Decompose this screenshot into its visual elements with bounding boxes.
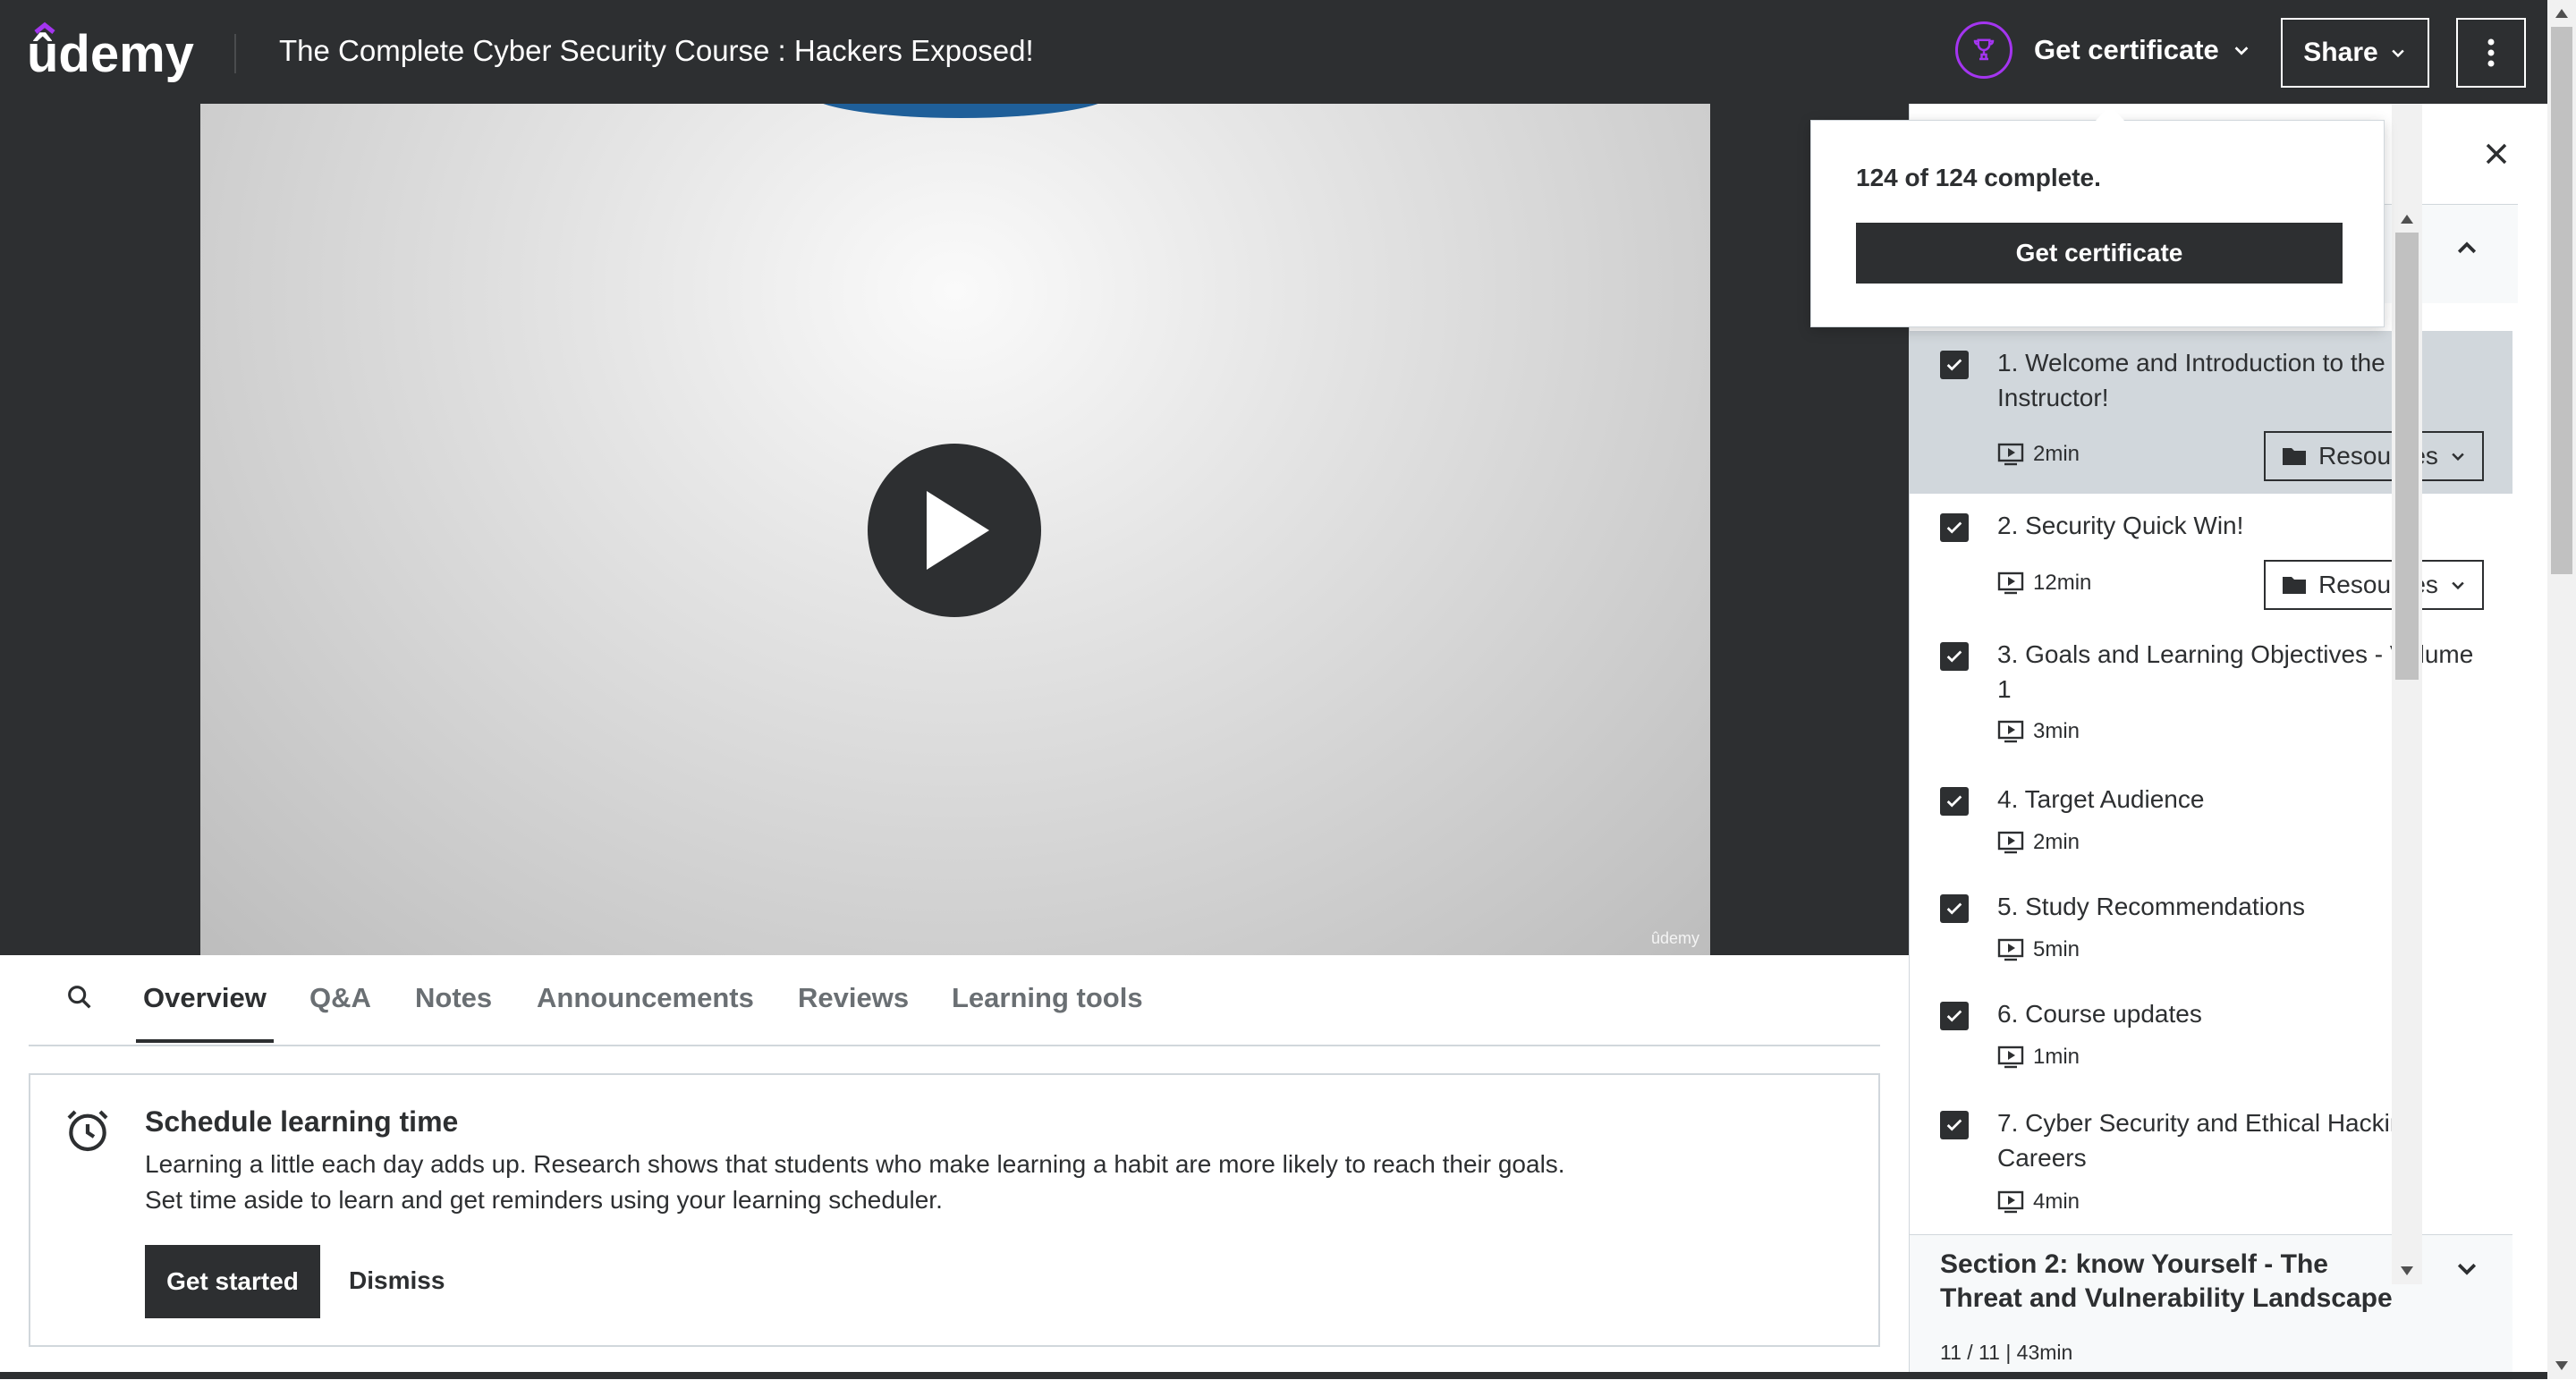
play-icon [927, 491, 989, 570]
scroll-down-arrow[interactable] [2555, 1361, 2568, 1370]
progress-trophy-icon[interactable] [1955, 21, 2012, 79]
window-bottom-strip [0, 1372, 2547, 1379]
schedule-line-2: Set time aside to learn and get reminder… [145, 1186, 943, 1214]
dismiss-button[interactable]: Dismiss [349, 1266, 445, 1295]
lecture-duration: 5min [1997, 937, 2080, 962]
lecture-duration: 2min [1997, 442, 2080, 467]
active-tab-indicator [136, 1039, 274, 1043]
lecture-completed-checkbox[interactable] [1940, 1111, 1969, 1139]
checkmark-icon [1946, 1010, 1962, 1022]
duration-text: 2min [2033, 442, 2080, 466]
checkmark-icon [1946, 359, 1962, 371]
tab-reviews[interactable]: Reviews [798, 982, 909, 1014]
certificate-popover: 124 of 124 complete. Get certificate [1810, 105, 2385, 327]
schedule-line-1: Learning a little each day adds up. Rese… [145, 1150, 1565, 1178]
tab-announcements[interactable]: Announcements [537, 982, 754, 1014]
chevron-down-icon [2391, 49, 2404, 58]
lecture-completed-checkbox[interactable] [1940, 787, 1969, 816]
udemy-logo[interactable]: ûdemy [27, 20, 197, 84]
course-title[interactable]: The Complete Cyber Security Course : Hac… [279, 34, 1034, 68]
lecture-completed-checkbox[interactable] [1940, 513, 1969, 542]
share-button[interactable]: Share [2281, 18, 2429, 88]
get-certificate-button[interactable]: Get certificate [1856, 223, 2343, 284]
section-progress: 11 / 11 | 43min [1940, 1341, 2073, 1364]
checkmark-icon [1946, 650, 1962, 663]
lecture-completed-checkbox[interactable] [1940, 351, 1969, 379]
top-navigation-bar: ûdemy The Complete Cyber Security Course… [0, 0, 2547, 104]
chevron-down-icon [2452, 581, 2464, 590]
resources-dropdown[interactable]: Resources [2264, 560, 2484, 610]
close-sidebar-icon[interactable] [2479, 136, 2514, 172]
section-title: Section 2: know Yourself - The Threat an… [1940, 1249, 2393, 1313]
duration-text: 12min [2033, 571, 2092, 595]
duration-text: 1min [2033, 1045, 2080, 1069]
video-player-area: ûdemy [0, 104, 1909, 955]
progress-text: 124 of 124 complete. [1856, 164, 2101, 191]
duration-text: 5min [2033, 937, 2080, 961]
video-icon [1997, 1190, 2024, 1214]
video-icon [1997, 571, 2024, 595]
popover-caret [2096, 105, 2124, 121]
scroll-up-arrow[interactable] [2401, 215, 2413, 224]
duration-text: 3min [2033, 719, 2080, 743]
resources-dropdown[interactable]: Resources [2264, 431, 2484, 481]
checkmark-icon [1946, 1119, 1962, 1131]
tab-qa[interactable]: Q&A [309, 982, 371, 1014]
schedule-learning-card: Schedule learning time Learning a little… [29, 1073, 1880, 1347]
folder-icon [2283, 448, 2307, 465]
chevron-up-icon [2457, 241, 2477, 254]
get-started-button[interactable]: Get started [145, 1245, 320, 1318]
lecture-duration: 2min [1997, 830, 2080, 855]
sidebar-scrollbar[interactable] [2392, 104, 2422, 1284]
folder-icon [2283, 577, 2307, 594]
lecture-duration: 12min [1997, 571, 2091, 596]
sidebar-scroll-thumb[interactable] [2395, 233, 2419, 680]
header-divider [234, 34, 236, 73]
tab-overview[interactable]: Overview [143, 982, 267, 1014]
video-icon [1997, 1046, 2024, 1069]
checkmark-icon [1946, 795, 1962, 808]
scroll-down-arrow[interactable] [2401, 1266, 2413, 1275]
lecture-duration: 1min [1997, 1045, 2080, 1070]
chevron-down-icon [2234, 47, 2249, 55]
lecture-duration: 3min [1997, 719, 2080, 744]
duration-text: 4min [2033, 1190, 2080, 1214]
scroll-up-arrow[interactable] [2555, 9, 2568, 18]
more-options-button[interactable] [2456, 18, 2526, 88]
checkmark-icon [1946, 902, 1962, 915]
get-certificate-dropdown[interactable]: Get certificate [2034, 34, 2251, 66]
course-tabs: Overview Q&A Notes Announcements Reviews… [29, 955, 1880, 1046]
video-icon [1997, 831, 2024, 854]
schedule-title: Schedule learning time [145, 1105, 459, 1138]
page-scrollbar[interactable] [2547, 0, 2576, 1379]
checkmark-icon [1946, 521, 1962, 534]
video-icon [1997, 938, 2024, 961]
lecture-completed-checkbox[interactable] [1940, 894, 1969, 923]
search-icon[interactable] [64, 982, 95, 1012]
page-scroll-thumb[interactable] [2551, 27, 2572, 574]
lecture-duration: 4min [1997, 1190, 2080, 1215]
tab-notes[interactable]: Notes [415, 982, 492, 1014]
get-certificate-label: Get certificate [2034, 34, 2219, 65]
video-icon [1997, 720, 2024, 743]
lecture-completed-checkbox[interactable] [1940, 1002, 1969, 1030]
chevron-down-icon [2457, 1263, 2477, 1275]
video-frame[interactable]: ûdemy [200, 104, 1710, 955]
video-thumbnail-graphic [809, 104, 1113, 118]
share-label: Share [2303, 38, 2378, 67]
alarm-clock-icon [67, 1110, 108, 1152]
tab-learning-tools[interactable]: Learning tools [952, 982, 1143, 1014]
video-icon [1997, 443, 2024, 466]
schedule-description: Learning a little each day adds up. Rese… [145, 1147, 1755, 1218]
play-button[interactable] [868, 444, 1041, 617]
svg-text:ûdemy: ûdemy [27, 25, 194, 83]
duration-text: 2min [2033, 830, 2080, 854]
vertical-dots-icon [2487, 38, 2495, 67]
lecture-completed-checkbox[interactable] [1940, 642, 1969, 671]
chevron-down-icon [2452, 453, 2464, 461]
video-watermark: ûdemy [1650, 929, 1699, 947]
